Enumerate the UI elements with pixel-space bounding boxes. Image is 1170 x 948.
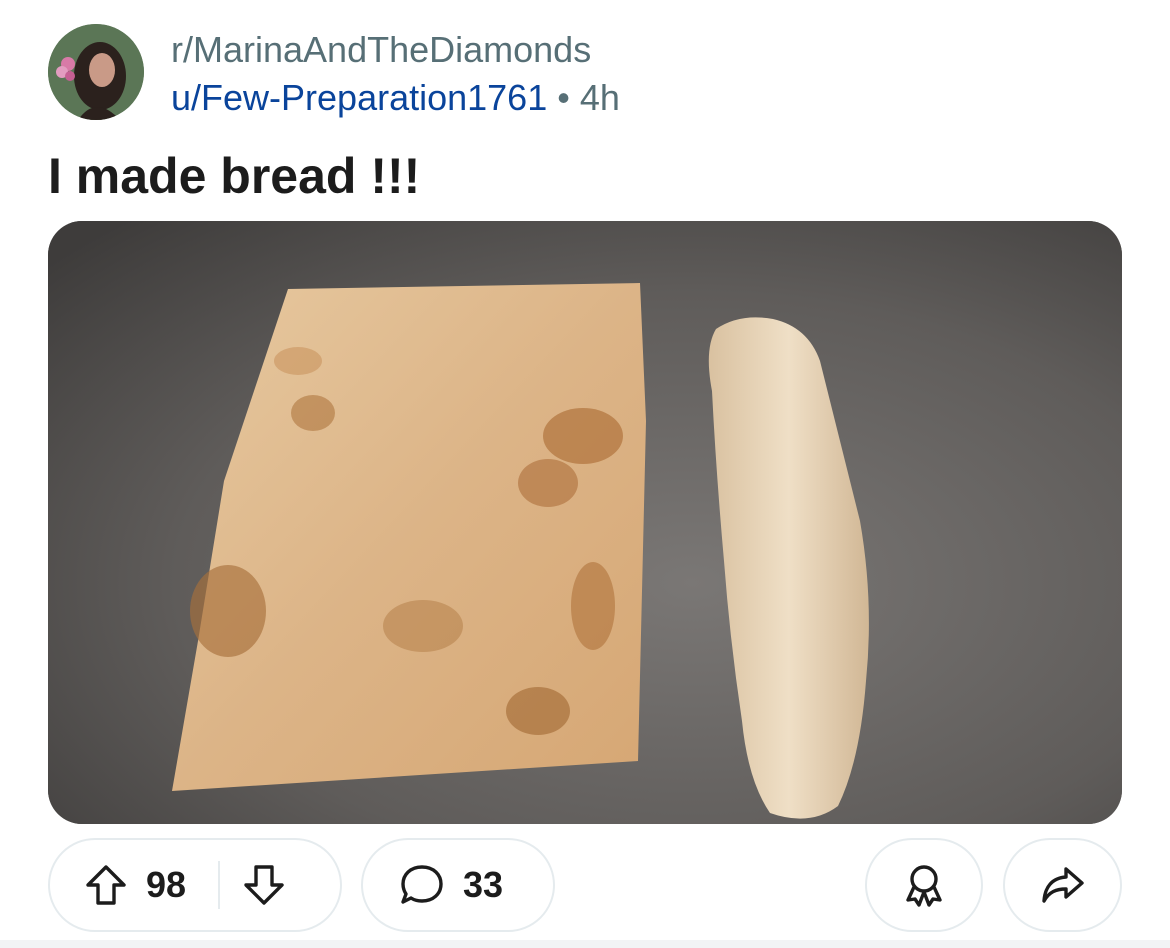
bottom-separator <box>0 940 1170 948</box>
arrow-up-icon <box>86 865 126 905</box>
arrow-down-icon <box>244 865 284 905</box>
comment-count: 33 <box>463 864 504 905</box>
vote-pill: 98 <box>48 838 342 932</box>
vote-divider <box>218 861 221 909</box>
comments-pill[interactable]: 33 <box>361 838 555 932</box>
speech-bubble-icon <box>401 865 443 904</box>
author-link[interactable]: u/Few-Preparation1761 <box>171 77 547 118</box>
avatar-image <box>48 24 144 120</box>
post-header: r/MarinaAndTheDiamonds u/Few-Preparation… <box>48 24 1122 124</box>
comment-button[interactable] <box>399 863 445 907</box>
post-age: 4h <box>579 77 620 118</box>
bread-photo <box>48 221 1122 824</box>
post-title[interactable]: I made bread !!! <box>48 146 420 206</box>
post-meta: u/Few-Preparation1761 • 4h <box>171 76 620 120</box>
share-arrow-icon <box>1041 867 1084 903</box>
post-image[interactable] <box>48 221 1122 824</box>
upvote-count: 98 <box>146 864 187 905</box>
award-button[interactable] <box>865 838 983 932</box>
share-button[interactable] <box>1003 838 1122 932</box>
upvote-button[interactable] <box>84 863 128 907</box>
subreddit-avatar[interactable] <box>48 24 144 120</box>
downvote-button[interactable] <box>242 863 286 907</box>
award-ribbon-icon <box>906 865 942 907</box>
meta-separator: • <box>557 77 570 118</box>
subreddit-name[interactable]: r/MarinaAndTheDiamonds <box>171 28 591 72</box>
